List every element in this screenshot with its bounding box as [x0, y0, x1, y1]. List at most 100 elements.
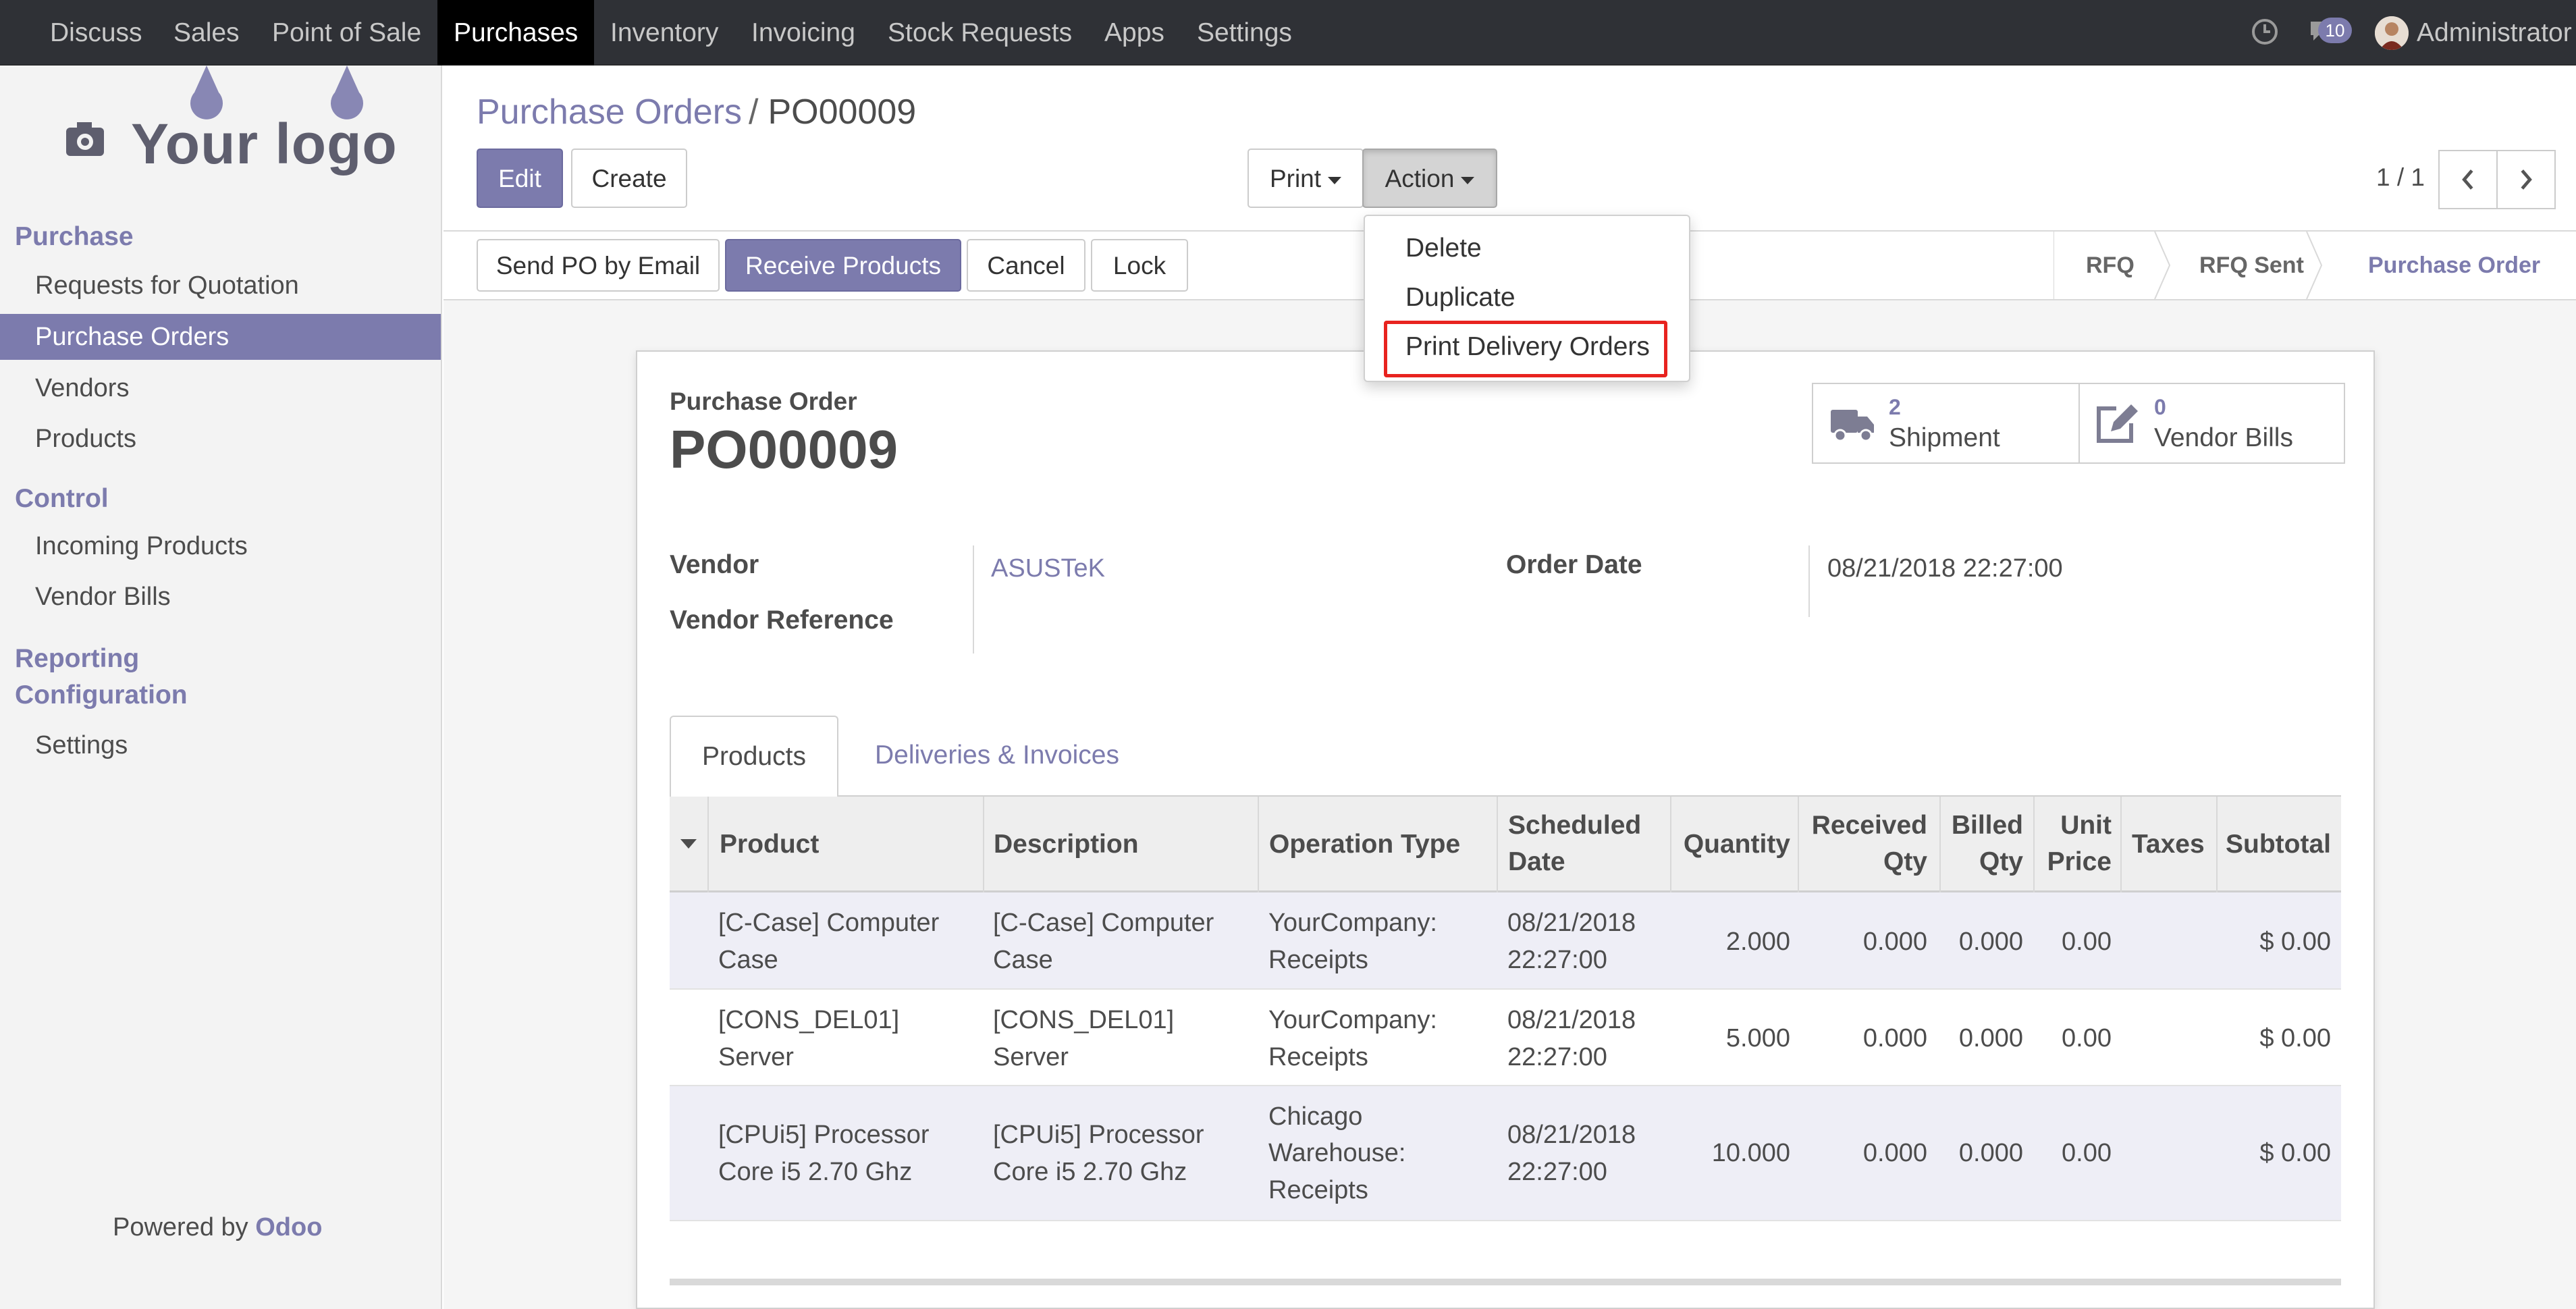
powered-by: Powered by Odoo	[113, 1213, 322, 1242]
cell-product-line: Case	[718, 946, 778, 974]
cell-subtotal: $ 0.00	[2259, 1139, 2331, 1167]
shipment-smart-button[interactable]: 2 Shipment	[1812, 383, 2080, 464]
menu-point-of-sale[interactable]: Point of Sale	[256, 0, 437, 65]
column-received-qty-line1[interactable]: Received	[1798, 807, 1927, 843]
cell-unit-price: 0.00	[2062, 928, 2112, 956]
section-control[interactable]: Control	[15, 484, 109, 514]
tab-products[interactable]: Products	[670, 716, 838, 797]
sidebar-item-vendor-bills[interactable]: Vendor Bills	[0, 574, 441, 620]
print-label: Print	[1269, 165, 1322, 192]
vendor-bills-count: 0	[2154, 395, 2166, 419]
cell-billed-qty: 0.000	[1958, 1024, 2023, 1052]
cell-quantity: 5.000	[1725, 1024, 1790, 1052]
avatar[interactable]	[2375, 16, 2409, 50]
cell-operation-line: YourCompany:	[1268, 1006, 1437, 1034]
column-taxes[interactable]: Taxes	[2132, 826, 2205, 862]
cell-date-line: 22:27:00	[1507, 1158, 1607, 1186]
sidebar-item-purchase-orders[interactable]: Purchase Orders	[0, 314, 441, 360]
lock-button[interactable]: Lock	[1091, 239, 1188, 292]
pager-previous-button[interactable]	[2438, 150, 2498, 209]
clock-icon[interactable]	[2251, 18, 2279, 46]
cell-product-line: [CONS_DEL01]	[718, 1006, 900, 1034]
chevron-left-icon	[2462, 169, 2473, 190]
cell-operation-line: Receipts	[1268, 946, 1368, 974]
column-description[interactable]: Description	[994, 826, 1139, 862]
vendor-bills-label: Vendor Bills	[2154, 423, 2293, 452]
menu-discuss[interactable]: Discuss	[34, 0, 159, 65]
column-product[interactable]: Product	[720, 826, 819, 862]
menu-inventory[interactable]: Inventory	[594, 0, 734, 65]
cell-subtotal: $ 0.00	[2259, 928, 2331, 956]
column-unit-price-line2[interactable]: Price	[2033, 844, 2112, 880]
logo-text: Your logo	[131, 112, 398, 176]
action-button[interactable]: Action	[1362, 149, 1497, 208]
section-configuration[interactable]: Configuration	[15, 680, 188, 710]
odoo-link[interactable]: Odoo	[255, 1213, 322, 1241]
section-purchase[interactable]: Purchase	[15, 222, 134, 252]
menu-item-delete[interactable]: Delete	[1405, 234, 1482, 263]
table-footer	[670, 1279, 2341, 1285]
cell-date-line: 22:27:00	[1507, 1043, 1607, 1071]
truck-icon	[1831, 410, 1874, 442]
field-divider	[973, 545, 974, 653]
document-type-label: Purchase Order	[670, 388, 857, 415]
pager-value: 1 / 1	[2376, 163, 2425, 191]
caret-down-icon[interactable]	[679, 837, 698, 851]
menu-invoicing[interactable]: Invoicing	[735, 0, 871, 65]
menu-stock-requests[interactable]: Stock Requests	[871, 0, 1088, 65]
send-po-by-email-button[interactable]: Send PO by Email	[477, 239, 720, 292]
sidebar-item-incoming-products[interactable]: Incoming Products	[0, 523, 441, 569]
sidebar-item-products[interactable]: Products	[0, 416, 441, 462]
column-scheduled-date-line1[interactable]: Scheduled	[1508, 807, 1641, 843]
stage-rfq[interactable]: RFQ	[2086, 232, 2135, 299]
column-billed-qty-line2[interactable]: Qty	[1939, 844, 2023, 880]
cell-operation-line: Receipts	[1268, 1043, 1368, 1071]
column-unit-price-line1[interactable]: Unit	[2033, 807, 2112, 843]
user-name[interactable]: Administrator	[2417, 0, 2572, 65]
cell-operation-line: Receipts	[1268, 1176, 1368, 1204]
cell-unit-price: 0.00	[2062, 1139, 2112, 1167]
menu-settings[interactable]: Settings	[1181, 0, 1308, 65]
cell-description-line: [CONS_DEL01]	[993, 1006, 1175, 1034]
menu-apps[interactable]: Apps	[1088, 0, 1181, 65]
cancel-button[interactable]: Cancel	[967, 239, 1085, 292]
section-reporting[interactable]: Reporting	[15, 644, 139, 674]
vendor-reference-label: Vendor Reference	[670, 606, 894, 635]
cell-billed-qty: 0.000	[1958, 928, 2023, 956]
menu-sales[interactable]: Sales	[157, 0, 256, 65]
cell-unit-price: 0.00	[2062, 1024, 2112, 1052]
column-scheduled-date-line2[interactable]: Date	[1508, 844, 1565, 880]
stage-rfq-sent[interactable]: RFQ Sent	[2199, 232, 2304, 299]
create-button[interactable]: Create	[571, 149, 687, 208]
menu-item-duplicate[interactable]: Duplicate	[1405, 283, 1515, 313]
vendor-field[interactable]: ASUSTeK	[991, 554, 1105, 583]
column-quantity[interactable]: Quantity	[1670, 826, 1790, 862]
cell-operation-line: YourCompany:	[1268, 909, 1437, 937]
breadcrumb-purchase-orders[interactable]: Purchase Orders	[477, 92, 742, 132]
column-separator	[707, 797, 709, 892]
top-navbar: Discuss Sales Point of Sale Purchases In…	[0, 0, 2576, 65]
stage-purchase-order: Purchase Order	[2368, 252, 2541, 278]
print-button[interactable]: Print	[1247, 149, 1364, 208]
cell-date-line: 22:27:00	[1507, 946, 1607, 974]
cell-subtotal: $ 0.00	[2259, 1024, 2331, 1052]
pager-next-button[interactable]	[2496, 150, 2556, 209]
cell-product-line: Server	[718, 1043, 794, 1071]
breadcrumb: Purchase Orders / PO00009	[477, 92, 916, 132]
chevron-right-icon	[2521, 169, 2532, 190]
edit-button[interactable]: Edit	[477, 149, 563, 208]
tab-deliveries-invoices[interactable]: Deliveries & Invoices	[875, 716, 1119, 797]
cell-quantity: 10.000	[1711, 1139, 1790, 1167]
column-billed-qty-line1[interactable]: Billed	[1939, 807, 2023, 843]
column-operation-type[interactable]: Operation Type	[1269, 826, 1460, 862]
column-received-qty-line2[interactable]: Qty	[1798, 844, 1927, 880]
cell-date-line: 08/21/2018	[1507, 909, 1636, 937]
sidebar-item-requests-for-quotation[interactable]: Requests for Quotation	[0, 263, 441, 309]
receive-products-button[interactable]: Receive Products	[725, 239, 961, 292]
sidebar-item-vendors[interactable]: Vendors	[0, 365, 441, 411]
menu-purchases[interactable]: Purchases	[437, 0, 595, 65]
cell-date-line: 08/21/2018	[1507, 1006, 1636, 1034]
vendor-bills-smart-button[interactable]: 0 Vendor Bills	[2078, 383, 2345, 464]
sidebar-item-settings[interactable]: Settings	[0, 722, 441, 768]
column-subtotal[interactable]: Subtotal	[2216, 826, 2331, 862]
